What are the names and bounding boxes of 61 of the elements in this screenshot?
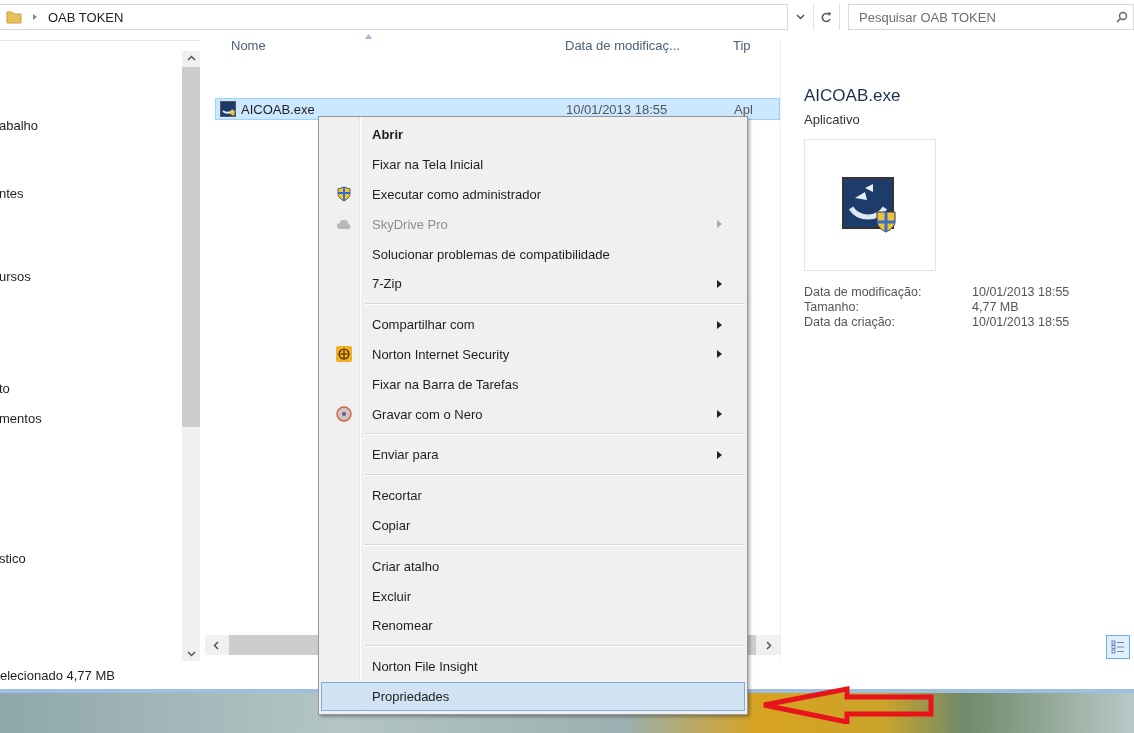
menu-item[interactable]: Criar atalho bbox=[321, 551, 745, 582]
nav-item[interactable]: abalho bbox=[0, 118, 39, 134]
chevron-up-icon bbox=[186, 55, 196, 61]
nav-item[interactable]: ntes bbox=[0, 186, 24, 202]
menu-item[interactable]: Executar como administrador bbox=[321, 179, 745, 210]
address-bar[interactable]: OAB TOKEN bbox=[0, 4, 788, 30]
detail-label: Data de modificação: bbox=[804, 285, 923, 299]
menu-item[interactable]: Propriedades bbox=[321, 681, 745, 712]
menu-item[interactable]: Gravar com o Nero bbox=[321, 399, 745, 429]
detail-label: Tamanho: bbox=[804, 300, 860, 314]
scrollbar-thumb[interactable] bbox=[182, 67, 200, 427]
menu-item[interactable]: Renomear bbox=[321, 610, 745, 641]
search-field[interactable]: Pesquisar OAB TOKEN bbox=[848, 4, 1134, 30]
menu-item[interactable]: Copiar bbox=[321, 510, 745, 541]
nav-item[interactable]: stico bbox=[0, 551, 26, 567]
menu-item[interactable]: 7-Zip bbox=[321, 269, 745, 299]
menu-item[interactable]: Abrir bbox=[321, 120, 745, 150]
search-icon bbox=[1116, 11, 1128, 23]
folder-icon bbox=[6, 10, 22, 24]
detail-label: Data da criação: bbox=[804, 315, 897, 329]
chevron-right-icon bbox=[766, 640, 772, 650]
detail-value: 10/01/2013 18:55 bbox=[972, 315, 1071, 329]
breadcrumb-folder[interactable]: OAB TOKEN bbox=[48, 9, 124, 25]
menu-item[interactable]: Compartilhar com bbox=[321, 309, 745, 340]
chevron-icon bbox=[32, 13, 38, 21]
chevron-left-icon bbox=[213, 640, 219, 650]
detail-value: 10/01/2013 18:55 bbox=[972, 285, 1071, 299]
file-date: 10/01/2013 18:55 bbox=[566, 101, 669, 117]
disc-icon bbox=[336, 406, 352, 423]
app-icon bbox=[841, 176, 899, 234]
list-view-icon bbox=[1111, 640, 1125, 654]
vertical-scrollbar[interactable] bbox=[182, 51, 200, 661]
column-header[interactable]: Tip bbox=[733, 37, 763, 53]
file-name: AICOAB.exe bbox=[241, 101, 315, 117]
nav-item[interactable]: ursos bbox=[0, 269, 31, 285]
globe-icon bbox=[336, 346, 352, 363]
menu-item[interactable]: Fixar na Barra de Tarefas bbox=[321, 369, 745, 400]
details-view-button[interactable] bbox=[1106, 635, 1130, 659]
preview-title: AICOAB.exe bbox=[804, 86, 902, 106]
chevron-down-icon bbox=[186, 651, 196, 657]
status-text: elecionado 4,77 MB bbox=[0, 667, 115, 683]
app-icon bbox=[220, 101, 236, 117]
nav-item[interactable]: to bbox=[0, 381, 10, 397]
shield-icon bbox=[337, 186, 351, 203]
menu-item[interactable]: Enviar para bbox=[321, 439, 745, 470]
nav-item[interactable]: mentos bbox=[0, 411, 42, 427]
menu-item[interactable]: Excluir bbox=[321, 581, 745, 611]
column-header[interactable]: Nome bbox=[215, 37, 565, 53]
preview-type: Aplicativo bbox=[804, 112, 861, 127]
chevron-down-icon bbox=[796, 14, 805, 20]
file-type: Apl bbox=[734, 101, 754, 117]
menu-item[interactable]: Solucionar problemas de compatibilidade bbox=[321, 239, 745, 269]
menu-item[interactable]: Norton Internet Security bbox=[321, 339, 745, 370]
menu-item[interactable]: Recortar bbox=[321, 480, 745, 511]
cloud-icon bbox=[337, 219, 351, 229]
column-header[interactable]: Data de modificaç... bbox=[565, 37, 733, 53]
sort-arrow-icon bbox=[365, 34, 372, 39]
refresh-icon bbox=[821, 11, 832, 23]
detail-value: 4,77 MB bbox=[972, 300, 1020, 314]
menu-item[interactable]: Norton File Insight bbox=[321, 651, 745, 682]
menu-item[interactable]: Fixar na Tela Inicial bbox=[321, 149, 745, 180]
